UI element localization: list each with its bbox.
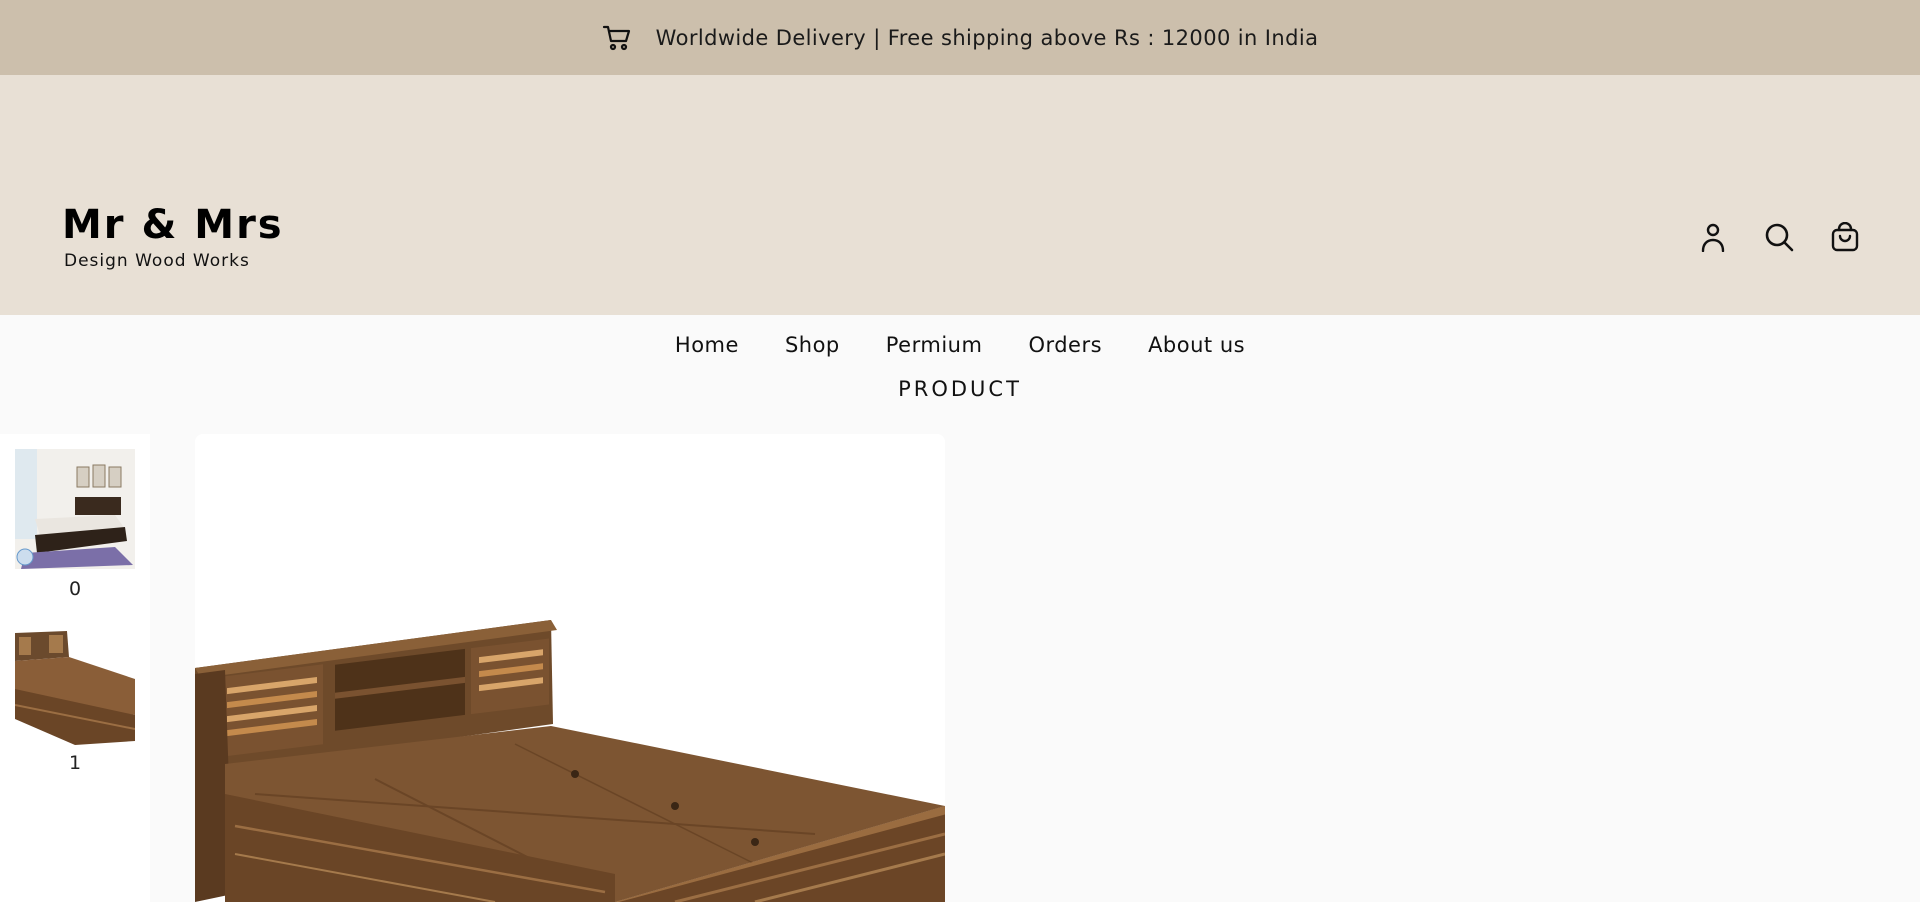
nav-item-about[interactable]: About us <box>1148 333 1245 357</box>
header-icons <box>1698 222 1860 252</box>
announcement-bar: Worldwide Delivery | Free shipping above… <box>0 0 1920 75</box>
nav-item-shop[interactable]: Shop <box>785 333 840 357</box>
logo-brand: Mr & Mrs <box>62 202 284 248</box>
thumbnail-label: 0 <box>68 578 82 600</box>
search-icon[interactable] <box>1764 222 1794 252</box>
logo-tagline: Design Wood Works <box>64 251 250 271</box>
thumbnail-0[interactable] <box>15 449 135 569</box>
nav-item-permium[interactable]: Permium <box>886 333 983 357</box>
logo[interactable]: Mr & Mrs Design Wood Works <box>62 205 284 271</box>
thumbnail-gallery: 0 1 <box>0 434 150 902</box>
announcement-text: Worldwide Delivery | Free shipping above… <box>655 25 1319 50</box>
account-icon[interactable] <box>1698 222 1728 252</box>
nav-item-orders[interactable]: Orders <box>1028 333 1102 357</box>
thumbnail-label: 1 <box>68 752 82 774</box>
cart-icon <box>602 23 632 53</box>
product-main-image[interactable] <box>195 434 945 902</box>
thumbnail-1[interactable] <box>15 629 135 749</box>
page-title: PRODUCT <box>898 377 1022 401</box>
nav-item-home[interactable]: Home <box>675 333 739 357</box>
main-nav: Home Shop Permium Orders About us <box>0 333 1920 357</box>
bag-icon[interactable] <box>1830 222 1860 252</box>
site-header: Mr & Mrs Design Wood Works Home Shop Per… <box>0 75 1920 357</box>
